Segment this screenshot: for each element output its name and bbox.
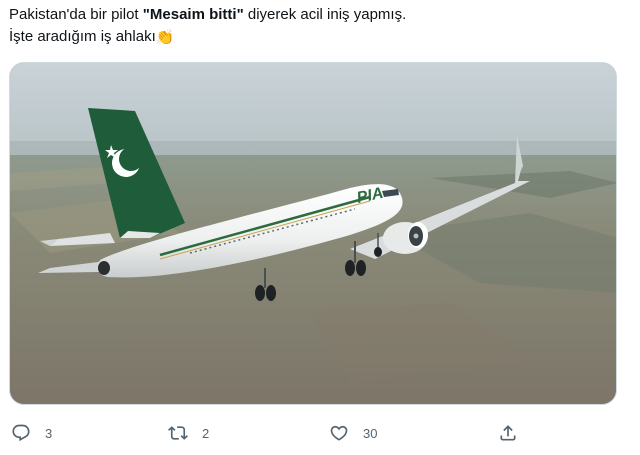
reply-count: 3 (45, 425, 53, 441)
retweet-count: 2 (202, 425, 210, 441)
retweet-button[interactable]: 2 (168, 420, 209, 446)
tweet-quote-bold: "Mesaim bitti" (142, 6, 244, 23)
reply-button[interactable]: 3 (11, 420, 52, 446)
tweet-media-photo[interactable]: PIA (9, 62, 617, 405)
tweet-line-2-text: İşte aradığım iş ahlakı (9, 28, 156, 45)
reply-icon (12, 424, 30, 442)
retweet-icon (168, 426, 188, 440)
share-button[interactable] (498, 420, 518, 446)
tweet-line-2: İşte aradığım iş ahlakı👏 (9, 26, 629, 48)
tweet-actions-bar: 3 2 30 (0, 420, 640, 446)
tweet-text: Pakistan'da bir pilot "Mesaim bitti" diy… (9, 4, 629, 48)
tweet-line-1-prefix: Pakistan'da bir pilot (9, 6, 143, 23)
tweet-line-1-suffix: diyerek acil iniş yapmış. (243, 6, 407, 23)
heart-icon (330, 425, 348, 441)
like-count: 30 (363, 425, 378, 441)
like-button[interactable]: 30 (329, 420, 377, 446)
tweet-line-1: Pakistan'da bir pilot "Mesaim bitti" diy… (9, 4, 629, 26)
share-icon (500, 425, 516, 441)
airplane-photo: PIA (10, 63, 616, 404)
clapping-hands-emoji: 👏 (155, 29, 175, 46)
